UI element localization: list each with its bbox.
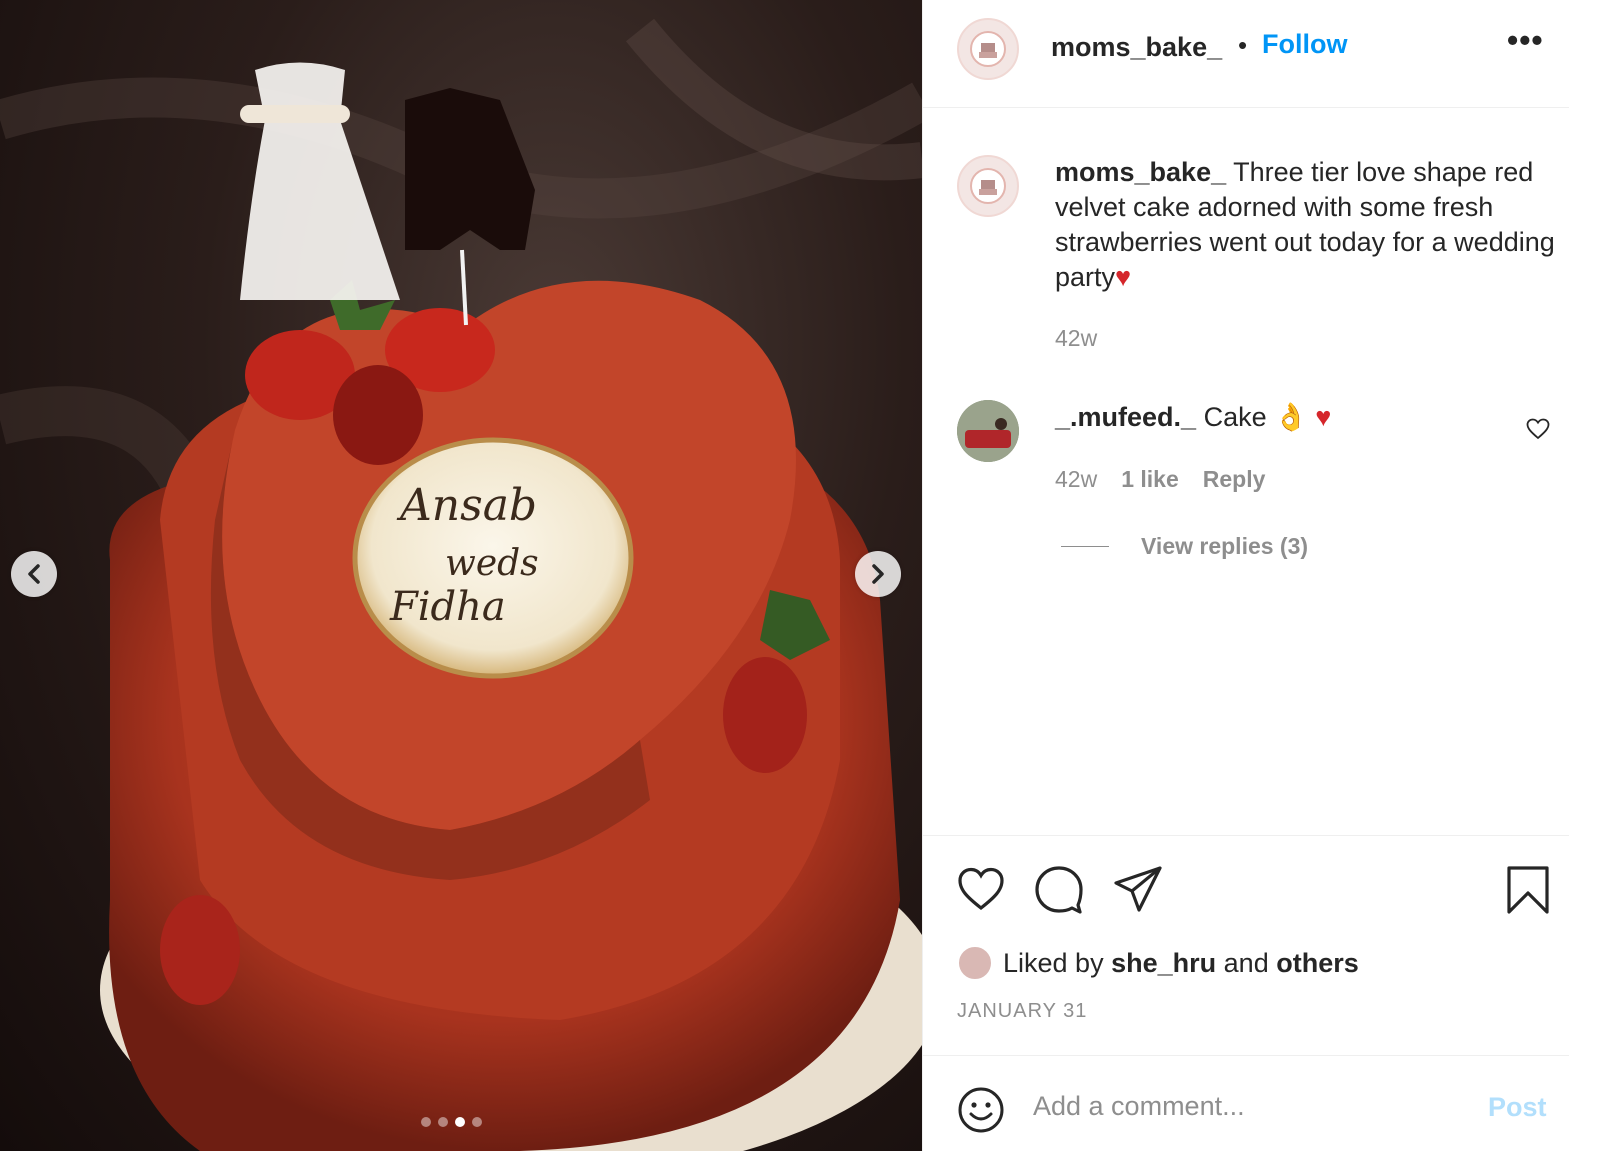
bakery-logo-icon xyxy=(970,31,1006,67)
comment-timestamp[interactable]: 42w xyxy=(1055,466,1097,493)
cake-photo: Ansab weds Fidha xyxy=(0,18,922,1151)
comment-like-button[interactable] xyxy=(1526,418,1550,445)
comment-button[interactable] xyxy=(1034,865,1084,920)
save-button[interactable] xyxy=(1506,865,1550,920)
liker-avatar[interactable] xyxy=(957,945,993,981)
carousel-indicator xyxy=(421,1117,482,1127)
actions-divider xyxy=(923,835,1569,836)
comment-username[interactable]: _.mufeed._ xyxy=(1055,402,1196,432)
heart-outline-icon xyxy=(1526,418,1550,440)
liked-by-user[interactable]: she_hru xyxy=(1111,948,1216,979)
caption-username[interactable]: moms_bake_ xyxy=(1055,157,1226,187)
comment-emoji: 👌 ♥ xyxy=(1274,402,1332,432)
red-heart-emoji: ♥ xyxy=(1115,262,1132,292)
previous-image-button[interactable] xyxy=(11,551,57,597)
view-replies-button[interactable]: View replies (3) xyxy=(1141,533,1308,560)
plaque-line-1: Ansab xyxy=(396,480,537,531)
post-comment-button[interactable]: Post xyxy=(1488,1092,1547,1123)
comment-reply-button[interactable]: Reply xyxy=(1203,466,1266,493)
post-date[interactable]: JANUARY 31 xyxy=(957,1000,1087,1023)
separator-dot: • xyxy=(1238,30,1248,60)
share-button[interactable] xyxy=(1113,865,1163,918)
emoji-picker-button[interactable] xyxy=(957,1086,1005,1139)
carousel-dot-active xyxy=(455,1117,465,1127)
plaque-line-3: Fidha xyxy=(389,584,506,630)
add-comment-bar: Post xyxy=(923,1055,1569,1151)
smiley-icon xyxy=(958,1087,1004,1133)
comment-likes-count[interactable]: 1 like xyxy=(1121,466,1179,493)
follow-button[interactable]: Follow xyxy=(1262,29,1347,60)
bakery-logo-icon xyxy=(970,168,1006,204)
carousel-dot xyxy=(438,1117,448,1127)
post-details-panel: moms_bake_ • Follow ••• moms_bake_ Three… xyxy=(922,0,1569,1151)
replies-divider xyxy=(1061,546,1109,547)
speech-bubble-icon xyxy=(1035,866,1083,914)
heart-outline-icon xyxy=(958,867,1004,911)
commenter-avatar[interactable] xyxy=(957,400,1019,462)
post-header: moms_bake_ • Follow ••• xyxy=(923,0,1569,108)
paper-plane-icon xyxy=(1114,866,1162,912)
liked-by-prefix: Liked by xyxy=(1003,947,1104,978)
post-caption: moms_bake_ Three tier love shape red vel… xyxy=(1055,155,1555,295)
more-options-icon[interactable]: ••• xyxy=(1507,22,1544,59)
chevron-left-icon xyxy=(28,564,40,584)
comment-input[interactable] xyxy=(1033,1086,1463,1126)
plaque-line-2: weds xyxy=(445,543,539,584)
carousel-dot xyxy=(472,1117,482,1127)
chevron-right-icon xyxy=(872,564,884,584)
post-media[interactable]: Ansab weds Fidha xyxy=(0,0,922,1151)
liked-by-joiner: and xyxy=(1223,947,1269,978)
caption-timestamp[interactable]: 42w xyxy=(1055,325,1097,352)
carousel-dot xyxy=(421,1117,431,1127)
author-username[interactable]: moms_bake_ xyxy=(1051,32,1222,63)
author-avatar[interactable] xyxy=(957,18,1019,80)
comment-body: _.mufeed._ Cake 👌 ♥ xyxy=(1055,401,1331,433)
profile-photo-icon xyxy=(957,400,1019,462)
next-image-button[interactable] xyxy=(855,551,901,597)
like-button[interactable] xyxy=(957,866,1005,917)
comment-text: Cake xyxy=(1203,402,1267,432)
caption-author-avatar[interactable] xyxy=(957,155,1019,217)
bookmark-icon xyxy=(1507,866,1549,914)
liked-by: Liked by she_hru and others xyxy=(957,945,1359,981)
liked-by-others[interactable]: others xyxy=(1276,948,1359,979)
comment-meta: 42w 1 like Reply xyxy=(1055,466,1265,493)
